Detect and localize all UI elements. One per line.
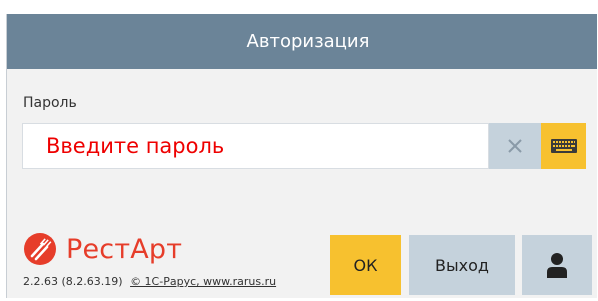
restart-logo-icon [24,233,56,265]
version-number: 2.2.63 (8.2.63.19) [23,275,123,288]
keyboard-icon [550,139,577,153]
password-input[interactable]: Введите пароль [22,123,489,169]
brand-name: РестАрт [66,233,183,265]
password-placeholder: Введите пароль [46,134,225,158]
clear-button[interactable] [489,123,541,169]
app-window: Авторизация Пароль Введите пароль РестАр… [0,0,598,301]
ok-button[interactable]: ОК [330,235,401,295]
password-row: Введите пароль [22,123,592,169]
version-info: 2.2.63 (8.2.63.19) © 1С-Рарус, www.rarus… [23,275,276,288]
brand-logo: РестАрт [23,232,182,266]
copyright-link[interactable]: © 1С-Рарус, www.rarus.ru [130,275,276,288]
user-button[interactable] [522,235,592,295]
exit-button[interactable]: Выход [409,235,515,295]
auth-dialog: Авторизация Пароль Введите пароль РестАр… [6,14,597,298]
user-icon [547,253,567,278]
dialog-title: Авторизация [7,14,597,69]
close-icon [508,139,522,153]
keyboard-button[interactable] [541,123,586,169]
password-label: Пароль [23,95,77,111]
